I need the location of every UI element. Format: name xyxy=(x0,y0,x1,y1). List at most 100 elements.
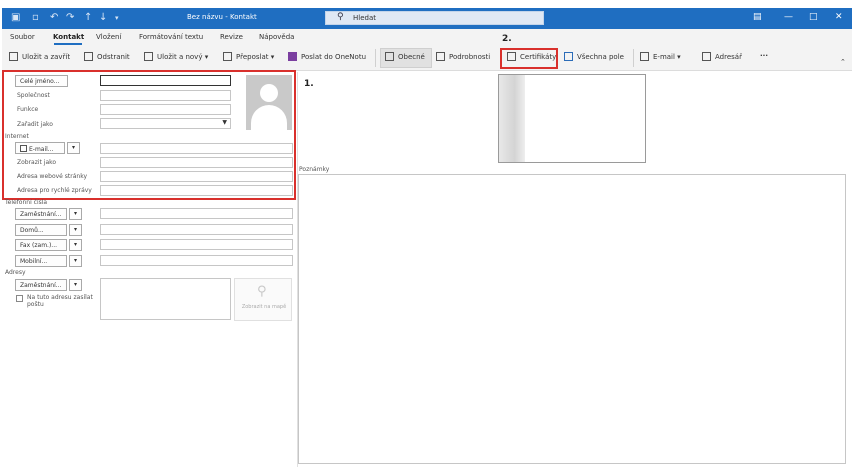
address-dropdown[interactable]: ▾ xyxy=(69,279,82,291)
phone-home-dropdown[interactable]: ▾ xyxy=(69,224,82,236)
business-card-preview[interactable] xyxy=(498,74,646,163)
tab-format-text[interactable]: Formátování textu xyxy=(139,33,203,41)
phone-fax-field[interactable] xyxy=(100,239,293,250)
step-1-label: 1. xyxy=(304,79,314,89)
addresses-section-label: Adresy xyxy=(5,269,26,276)
person-body-icon xyxy=(251,105,287,130)
maximize-icon[interactable]: □ xyxy=(809,12,818,22)
mailing-address-label: Na tuto adresu zasílat poštu xyxy=(27,294,93,308)
ribbon-display-icon[interactable]: ▤ xyxy=(753,12,762,22)
window-title: Bez názvu - Kontakt xyxy=(187,13,257,21)
job-title-field[interactable] xyxy=(100,104,231,115)
display-as-field[interactable] xyxy=(100,157,293,168)
all-fields-icon xyxy=(564,52,573,61)
address-book-icon xyxy=(702,52,711,61)
phone-business-dropdown[interactable]: ▾ xyxy=(69,208,82,220)
details-button[interactable]: Podrobnosti xyxy=(436,52,490,61)
save-close-icon xyxy=(9,52,18,61)
phone-mobile-button[interactable]: Mobilní... xyxy=(15,255,67,267)
email-select-button[interactable]: E-mail... xyxy=(15,142,65,154)
mailing-address-checkbox[interactable] xyxy=(16,295,23,302)
display-as-label: Zobrazit jako xyxy=(17,159,57,166)
phone-mobile-dropdown[interactable]: ▾ xyxy=(69,255,82,267)
search-box[interactable]: ⚲ Hledat xyxy=(325,11,544,25)
phone-business-button[interactable]: Zaměstnání... xyxy=(15,208,67,220)
minimize-icon[interactable]: — xyxy=(784,12,793,22)
map-it-button[interactable]: ⚲ Zobrazit na mapě xyxy=(234,278,292,321)
tab-review[interactable]: Revize xyxy=(220,33,243,41)
menu-bar: Soubor Kontakt Vložení Formátování textu… xyxy=(2,29,852,45)
full-name-button[interactable]: Celé jméno... xyxy=(15,75,68,87)
title-bar: ▣ ▫ ↶ ↷ ↑ ↓ ▾ Bez názvu - Kontakt ⚲ Hled… xyxy=(2,8,852,29)
ribbon-toolbar: Uložit a zavřít Odstranit Uložit a nový … xyxy=(2,45,852,71)
forward-icon xyxy=(223,52,232,61)
envelope-icon xyxy=(20,145,27,152)
general-button[interactable]: Obecné xyxy=(385,52,425,61)
redo-icon[interactable]: ↷ xyxy=(66,12,74,23)
certificates-highlight xyxy=(500,48,558,69)
internet-section-label: Internet xyxy=(5,133,29,140)
company-field[interactable] xyxy=(100,90,231,101)
onenote-button[interactable]: Poslat do OneNotu xyxy=(288,52,366,61)
web-page-field[interactable] xyxy=(100,171,293,182)
phone-business-field[interactable] xyxy=(100,208,293,219)
save-icon[interactable]: ▫ xyxy=(32,12,39,23)
envelope-icon xyxy=(640,52,649,61)
chevron-down-icon: ▼ xyxy=(222,119,227,126)
im-address-field[interactable] xyxy=(100,185,293,196)
ribbon-separator xyxy=(633,49,634,67)
delete-button[interactable]: Odstranit xyxy=(84,52,130,61)
onenote-icon xyxy=(288,52,297,61)
customize-icon[interactable]: ▾ xyxy=(115,14,119,22)
address-business-button[interactable]: Zaměstnání... xyxy=(15,279,67,291)
more-button[interactable]: ··· xyxy=(760,52,768,60)
map-it-label: Zobrazit na mapě xyxy=(241,304,287,310)
phone-home-button[interactable]: Domů... xyxy=(15,224,67,236)
contact-card-icon xyxy=(385,52,394,61)
phone-fax-button[interactable]: Fax (zam.)... xyxy=(15,239,67,251)
address-field[interactable] xyxy=(100,278,231,320)
app-icon: ▣ xyxy=(11,12,21,23)
phone-mobile-field[interactable] xyxy=(100,255,293,266)
person-head-icon xyxy=(260,84,278,102)
up-icon[interactable]: ↑ xyxy=(84,12,92,23)
contact-photo[interactable] xyxy=(246,75,292,130)
company-label: Společnost xyxy=(17,92,50,99)
address-book-button[interactable]: Adresář xyxy=(702,52,742,61)
phones-section-label: Telefonní čísla xyxy=(5,199,48,206)
job-title-label: Funkce xyxy=(17,106,39,113)
all-fields-button[interactable]: Všechna pole xyxy=(564,52,624,61)
step-2-label: 2. xyxy=(502,34,512,44)
ribbon-separator xyxy=(375,49,376,67)
phone-fax-dropdown[interactable]: ▾ xyxy=(69,239,82,251)
trash-icon xyxy=(84,52,93,61)
file-as-label: Zařadit jako xyxy=(17,121,53,128)
file-as-field[interactable]: ▼ xyxy=(100,118,231,129)
tab-contact[interactable]: Kontakt xyxy=(53,33,84,41)
save-new-icon xyxy=(144,52,153,61)
collapse-ribbon-icon[interactable]: ⌃ xyxy=(840,58,846,66)
email-field[interactable] xyxy=(100,143,293,154)
notes-field[interactable] xyxy=(298,174,846,464)
tab-file[interactable]: Soubor xyxy=(10,33,35,41)
full-name-field[interactable] xyxy=(100,75,231,86)
undo-icon[interactable]: ↶ xyxy=(50,12,58,23)
email-dropdown[interactable]: ▾ xyxy=(67,142,80,154)
details-icon xyxy=(436,52,445,61)
search-placeholder: Hledat xyxy=(353,14,376,22)
map-pin-icon: ⚲ xyxy=(257,284,267,299)
forward-button[interactable]: Přeposlat ▾ xyxy=(223,52,274,61)
search-icon: ⚲ xyxy=(337,12,344,22)
close-icon[interactable]: ✕ xyxy=(835,12,843,22)
tab-insert[interactable]: Vložení xyxy=(96,33,121,41)
notes-label: Poznámky xyxy=(299,166,330,173)
save-close-button[interactable]: Uložit a zavřít xyxy=(9,52,70,61)
email-button[interactable]: E-mail ▾ xyxy=(640,52,681,61)
business-card-strip xyxy=(499,75,525,162)
phone-home-field[interactable] xyxy=(100,224,293,235)
tab-help[interactable]: Nápověda xyxy=(259,33,294,41)
save-new-button[interactable]: Uložit a nový ▾ xyxy=(144,52,208,61)
web-page-label: Adresa webové stránky xyxy=(17,173,88,180)
im-address-label: Adresa pro rychlé zprávy xyxy=(17,187,92,194)
down-icon[interactable]: ↓ xyxy=(99,12,107,23)
